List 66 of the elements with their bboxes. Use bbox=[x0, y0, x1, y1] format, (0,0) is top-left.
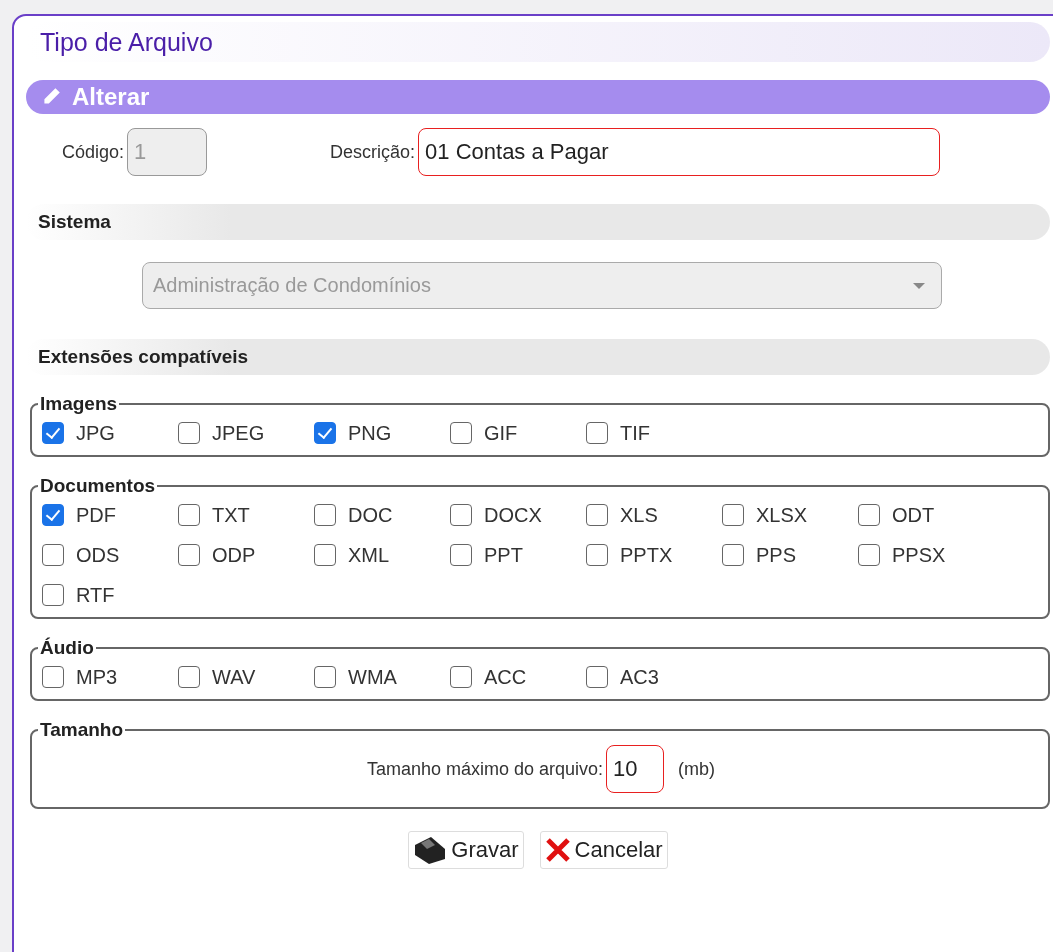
checkbox[interactable] bbox=[178, 504, 200, 526]
codigo-label: Código: bbox=[62, 141, 125, 163]
checkbox-label: ODP bbox=[212, 543, 256, 567]
checkbox-label: XLSX bbox=[756, 503, 808, 527]
checkbox-label: XLS bbox=[620, 503, 658, 527]
checkbox-label: PPSX bbox=[892, 543, 946, 567]
checkbox[interactable] bbox=[42, 584, 64, 606]
checkbox-label: TIF bbox=[620, 421, 650, 445]
checkbox-label: JPG bbox=[76, 421, 115, 445]
checkbox[interactable] bbox=[858, 544, 880, 566]
descricao-field[interactable]: 01 Contas a Pagar bbox=[418, 128, 941, 176]
checkbox-label: ODT bbox=[892, 503, 935, 527]
checkbox[interactable] bbox=[42, 504, 64, 526]
group-legend: Áudio bbox=[38, 637, 96, 659]
checkbox-label: XML bbox=[348, 543, 390, 567]
checkbox-label: ACC bbox=[484, 665, 527, 689]
checkbox[interactable] bbox=[586, 544, 608, 566]
checkbox-label: PDF bbox=[76, 503, 116, 527]
checkbox[interactable] bbox=[450, 544, 472, 566]
checkbox[interactable] bbox=[450, 422, 472, 444]
checkbox-label: WMA bbox=[348, 665, 397, 689]
checkbox[interactable] bbox=[586, 666, 608, 688]
cancel-button[interactable]: Cancelar bbox=[539, 831, 668, 869]
checkbox[interactable] bbox=[586, 504, 608, 526]
checkbox[interactable] bbox=[722, 504, 744, 526]
checkbox[interactable] bbox=[722, 544, 744, 566]
mode-label: Alterar bbox=[72, 83, 150, 111]
checkbox-label: MP3 bbox=[76, 665, 118, 689]
checkbox-label: WAV bbox=[212, 665, 256, 689]
checkbox[interactable] bbox=[178, 666, 200, 688]
checkbox[interactable] bbox=[314, 666, 336, 688]
floppy-icon bbox=[413, 835, 448, 865]
checkbox[interactable] bbox=[178, 422, 200, 444]
save-button[interactable]: Gravar bbox=[408, 831, 524, 869]
checkbox[interactable] bbox=[314, 544, 336, 566]
group-legend: Imagens bbox=[38, 393, 120, 415]
checkbox-label: PPTX bbox=[620, 543, 673, 567]
checkbox[interactable] bbox=[42, 422, 64, 444]
checkbox-label: PNG bbox=[348, 421, 392, 445]
checkbox[interactable] bbox=[314, 422, 336, 444]
size-label: Tamanho máximo do arquivo: bbox=[366, 758, 604, 780]
checkbox-label: JPEG bbox=[212, 421, 265, 445]
checkbox[interactable] bbox=[178, 544, 200, 566]
checkbox-label: TXT bbox=[212, 503, 250, 527]
caret-icon bbox=[913, 282, 925, 289]
checkbox-label: PPT bbox=[484, 543, 523, 567]
checkbox[interactable] bbox=[314, 504, 336, 526]
checkbox-label: GIF bbox=[484, 421, 518, 445]
checkbox-label: DOCX bbox=[484, 503, 542, 527]
group-legend: Tamanho bbox=[38, 719, 126, 741]
checkbox[interactable] bbox=[450, 666, 472, 688]
checkbox-label: RTF bbox=[76, 583, 115, 607]
close-icon bbox=[544, 837, 571, 863]
checkbox-label: PPS bbox=[756, 543, 797, 567]
checkbox[interactable] bbox=[858, 504, 880, 526]
checkbox[interactable] bbox=[450, 504, 472, 526]
checkbox[interactable] bbox=[42, 544, 64, 566]
unit-label: (mb) bbox=[678, 758, 716, 780]
checkbox[interactable] bbox=[42, 666, 64, 688]
checkbox[interactable] bbox=[586, 422, 608, 444]
checkbox-label: AC3 bbox=[620, 665, 659, 689]
descricao-label: Descrição: bbox=[330, 141, 416, 163]
group-legend: Documentos bbox=[38, 475, 158, 497]
size-field[interactable]: 10 bbox=[606, 745, 665, 793]
checkbox-label: ODS bbox=[76, 543, 120, 567]
checkbox-label: DOC bbox=[348, 503, 393, 527]
